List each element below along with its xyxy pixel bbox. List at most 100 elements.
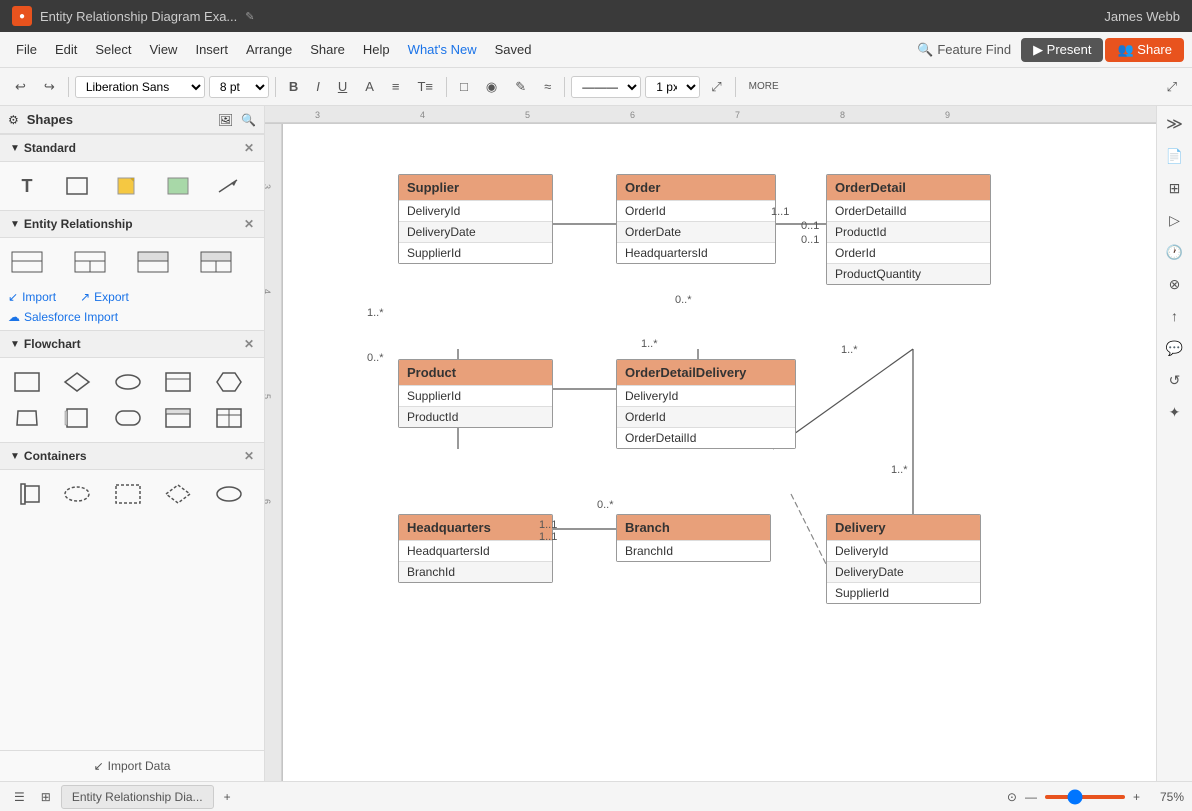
italic-button[interactable]: I bbox=[309, 74, 327, 99]
flow-shape-1[interactable] bbox=[8, 366, 46, 398]
underline-button[interactable]: U bbox=[331, 74, 354, 99]
gear-icon[interactable]: ⚙ bbox=[8, 113, 19, 127]
order-detail-delivery-entity[interactable]: OrderDetailDelivery DeliveryId OrderId O… bbox=[616, 359, 796, 449]
table-btn[interactable]: ⊞ bbox=[1161, 174, 1189, 202]
settings-btn[interactable]: ✦ bbox=[1161, 398, 1189, 426]
colored-rect-shape[interactable] bbox=[159, 170, 197, 202]
cont-shape-1[interactable] bbox=[8, 478, 46, 510]
collapse-right-btn[interactable]: ≫ bbox=[1161, 110, 1189, 138]
font-color-button[interactable]: A bbox=[358, 74, 381, 99]
cont-shape-5[interactable] bbox=[210, 478, 248, 510]
menu-whats-new[interactable]: What's New bbox=[400, 38, 485, 61]
search-icon[interactable]: 🔍 bbox=[241, 113, 256, 127]
er-shape-3[interactable] bbox=[134, 246, 172, 278]
share-button[interactable]: 👥 Share bbox=[1105, 38, 1184, 62]
headquarters-entity[interactable]: Headquarters HeadquartersId BranchId bbox=[398, 514, 553, 583]
line-style-button[interactable]: ≈ bbox=[537, 74, 558, 99]
fit-icon[interactable]: ⊙ bbox=[1007, 790, 1017, 804]
standard-section-header[interactable]: ▼ Standard ✕ bbox=[0, 134, 264, 162]
line-size-select[interactable]: 1 px bbox=[645, 76, 700, 98]
flow-shape-8[interactable] bbox=[109, 402, 147, 434]
shape-fill-button[interactable]: □ bbox=[453, 74, 475, 99]
menu-view[interactable]: View bbox=[142, 38, 186, 61]
canvas[interactable]: Supplier DeliveryId DeliveryDate Supplie… bbox=[283, 124, 1156, 781]
import-data-button[interactable]: ↙ Import Data bbox=[0, 750, 264, 781]
line-style-select[interactable]: ——— bbox=[571, 76, 641, 98]
zoom-level-display[interactable]: 75% bbox=[1148, 790, 1184, 804]
menu-arrange[interactable]: Arrange bbox=[238, 38, 300, 61]
import-button[interactable]: ↙ Import bbox=[8, 290, 56, 304]
bold-button[interactable]: B bbox=[282, 74, 305, 99]
containers-section-header[interactable]: ▼ Containers ✕ bbox=[0, 442, 264, 470]
diagram-tab[interactable]: Entity Relationship Dia... bbox=[61, 785, 214, 809]
close-containers-btn[interactable]: ✕ bbox=[244, 449, 254, 463]
cont-shape-3[interactable] bbox=[109, 478, 147, 510]
order-entity[interactable]: Order OrderId OrderDate HeadquartersId bbox=[616, 174, 776, 264]
format-btn[interactable]: 📄 bbox=[1161, 142, 1189, 170]
menu-share[interactable]: Share bbox=[302, 38, 353, 61]
delivery-entity[interactable]: Delivery DeliveryId DeliveryDate Supplie… bbox=[826, 514, 981, 604]
flow-shape-10[interactable] bbox=[210, 402, 248, 434]
er-section-header[interactable]: ▼ Entity Relationship ✕ bbox=[0, 210, 264, 238]
image-icon[interactable]: 🖼 bbox=[218, 113, 233, 127]
grid-view-btn[interactable]: ⊞ bbox=[35, 788, 57, 806]
upload-btn[interactable]: ↑ bbox=[1161, 302, 1189, 330]
line-color-button[interactable]: ✎ bbox=[508, 74, 533, 100]
undo-button[interactable]: ↩ bbox=[8, 74, 33, 100]
redo-button[interactable]: ↪ bbox=[37, 74, 62, 100]
flowchart-section-header[interactable]: ▼ Flowchart ✕ bbox=[0, 330, 264, 358]
feature-find-btn[interactable]: 🔍 Feature Find bbox=[909, 38, 1019, 62]
er-shape-2[interactable] bbox=[71, 246, 109, 278]
cont-shape-4[interactable] bbox=[159, 478, 197, 510]
rect-shape[interactable] bbox=[58, 170, 96, 202]
close-er-btn[interactable]: ✕ bbox=[244, 217, 254, 231]
flow-shape-4[interactable] bbox=[159, 366, 197, 398]
clock-btn[interactable]: 🕐 bbox=[1161, 238, 1189, 266]
supplier-entity[interactable]: Supplier DeliveryId DeliveryDate Supplie… bbox=[398, 174, 553, 264]
edit-icon[interactable]: ✎ bbox=[245, 10, 254, 23]
zoom-in-btn[interactable]: + bbox=[1129, 788, 1144, 806]
list-view-btn[interactable]: ☰ bbox=[8, 788, 31, 806]
fill-color-button[interactable]: ◉ bbox=[479, 74, 504, 100]
menu-insert[interactable]: Insert bbox=[187, 38, 236, 61]
play-btn[interactable]: ▷ bbox=[1161, 206, 1189, 234]
er-shape-1[interactable] bbox=[8, 246, 46, 278]
order-detail-entity[interactable]: OrderDetail OrderDetailId ProductId Orde… bbox=[826, 174, 991, 285]
close-flowchart-btn[interactable]: ✕ bbox=[244, 337, 254, 351]
flow-shape-7[interactable] bbox=[58, 402, 96, 434]
menu-select[interactable]: Select bbox=[87, 38, 139, 61]
menu-help[interactable]: Help bbox=[355, 38, 398, 61]
present-button[interactable]: ▶ Present bbox=[1021, 38, 1103, 62]
history-btn[interactable]: ↺ bbox=[1161, 366, 1189, 394]
branch-entity[interactable]: Branch BranchId bbox=[616, 514, 771, 562]
flow-shape-6[interactable] bbox=[8, 402, 46, 434]
flow-shape-3[interactable] bbox=[109, 366, 147, 398]
align-text-button[interactable]: T≡ bbox=[410, 74, 440, 99]
menu-file[interactable]: File bbox=[8, 38, 45, 61]
zoom-out-btn[interactable]: — bbox=[1021, 788, 1041, 806]
arrow-shape[interactable] bbox=[210, 170, 248, 202]
cont-shape-2[interactable] bbox=[58, 478, 96, 510]
layers-btn[interactable]: ⊗ bbox=[1161, 270, 1189, 298]
connect-button[interactable]: ⤢ bbox=[704, 74, 728, 100]
font-select[interactable]: Liberation Sans bbox=[75, 76, 205, 98]
menu-edit[interactable]: Edit bbox=[47, 38, 85, 61]
close-standard-btn[interactable]: ✕ bbox=[244, 141, 254, 155]
export-button[interactable]: ↗ Export bbox=[80, 290, 129, 304]
salesforce-import-button[interactable]: ☁ Salesforce Import bbox=[0, 310, 264, 330]
canvas-area[interactable]: 3 4 5 6 7 8 9 3 4 5 6 bbox=[265, 106, 1156, 781]
add-page-btn[interactable]: + bbox=[218, 788, 237, 806]
note-shape[interactable] bbox=[109, 170, 147, 202]
text-shape[interactable]: T bbox=[8, 170, 46, 202]
fullscreen-button[interactable]: ⤢ bbox=[1160, 74, 1184, 100]
product-entity[interactable]: Product SupplierId ProductId bbox=[398, 359, 553, 428]
flow-shape-5[interactable] bbox=[210, 366, 248, 398]
zoom-slider[interactable] bbox=[1045, 795, 1125, 799]
more-button[interactable]: MORE bbox=[742, 76, 786, 97]
er-shape-4[interactable] bbox=[197, 246, 235, 278]
flow-shape-2[interactable] bbox=[58, 366, 96, 398]
flow-shape-9[interactable] bbox=[159, 402, 197, 434]
font-size-select[interactable]: 8 pt bbox=[209, 76, 269, 98]
comment-btn[interactable]: 💬 bbox=[1161, 334, 1189, 362]
align-left-button[interactable]: ≡ bbox=[385, 74, 407, 99]
